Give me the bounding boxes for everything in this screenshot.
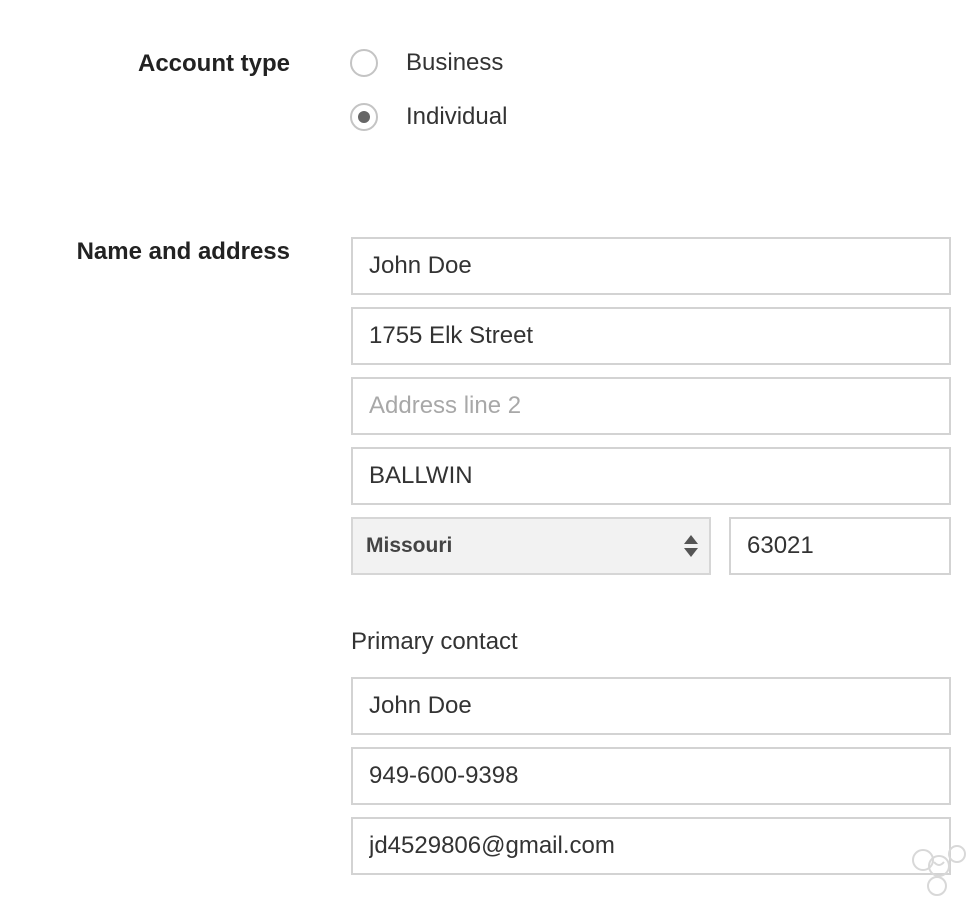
watermark-logo-icon [912, 845, 966, 896]
individual-radio-label[interactable]: Individual [406, 103, 507, 131]
contact-email-input[interactable] [351, 817, 951, 875]
address-line-2-input[interactable] [351, 377, 951, 435]
city-input[interactable] [351, 447, 951, 505]
name-input[interactable] [351, 237, 951, 295]
contact-name-input[interactable] [351, 677, 951, 735]
account-type-label: Account type [137, 50, 290, 77]
individual-radio[interactable] [350, 103, 378, 131]
contact-phone-input[interactable] [351, 747, 951, 805]
business-radio[interactable] [350, 49, 378, 77]
name-and-address-label: Name and address [76, 238, 290, 265]
state-select[interactable]: Missouri [351, 517, 711, 575]
up-down-arrows-icon [684, 535, 698, 557]
primary-contact-heading: Primary contact [351, 628, 518, 655]
zip-input[interactable] [729, 517, 951, 575]
address-line-1-input[interactable] [351, 307, 951, 365]
account-type-individual-option[interactable]: Individual [350, 101, 507, 133]
account-type-business-option[interactable]: Business [350, 47, 503, 79]
business-radio-label[interactable]: Business [406, 49, 503, 77]
state-select-value: Missouri [366, 534, 453, 557]
